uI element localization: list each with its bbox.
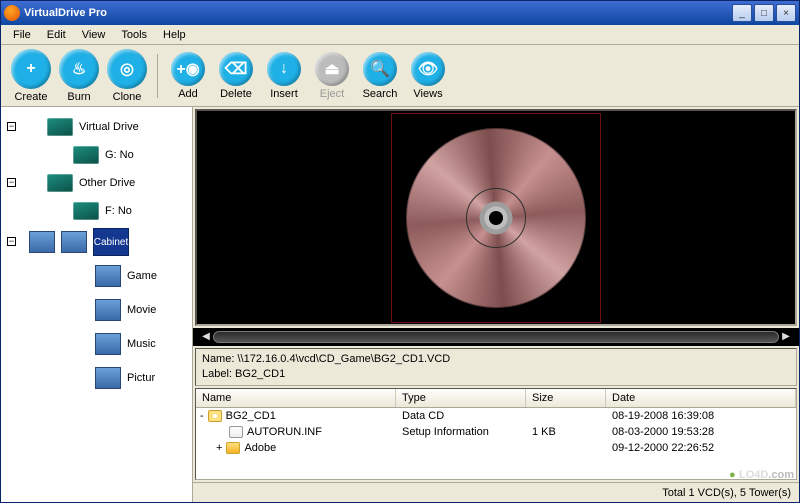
col-date[interactable]: Date xyxy=(606,389,796,407)
tree-panel[interactable]: −Virtual Drive G: No −Other Drive F: No … xyxy=(1,107,193,502)
tree-g-drive[interactable]: G: No xyxy=(105,149,134,161)
tree-music[interactable]: Music xyxy=(127,338,156,350)
app-icon xyxy=(4,5,20,21)
table-row[interactable]: -BG2_CD1Data CD08-19-2008 16:39:08 xyxy=(196,408,796,424)
eye-icon: 👁 xyxy=(411,52,445,86)
scroll-right-icon[interactable]: ▶ xyxy=(779,330,793,344)
watermark: ● LO4D.com xyxy=(729,467,794,481)
drive-icon xyxy=(73,146,99,164)
insert-icon: ↓ xyxy=(267,52,301,86)
collapse-icon[interactable]: − xyxy=(7,237,16,246)
insert-button[interactable]: ↓Insert xyxy=(260,50,308,102)
scroll-track[interactable] xyxy=(213,331,779,343)
status-text: Total 1 VCD(s), 5 Tower(s) xyxy=(662,487,791,499)
folder-icon xyxy=(226,442,240,454)
clone-button[interactable]: ◎Clone xyxy=(103,47,151,105)
disc-icon xyxy=(406,128,586,308)
file-list[interactable]: Name Type Size Date -BG2_CD1Data CD08-19… xyxy=(195,388,797,480)
preview-scrollbar[interactable]: ◀ ▶ xyxy=(193,328,799,346)
table-row[interactable]: AUTORUN.INFSetup Information1 KB08-03-20… xyxy=(196,424,796,440)
info-label-value: BG2_CD1 xyxy=(235,368,285,380)
scroll-left-icon[interactable]: ◀ xyxy=(199,330,213,344)
folder-icon xyxy=(61,231,87,253)
close-button[interactable]: × xyxy=(776,4,796,22)
toolbar: +Create ♨Burn ◎Clone +◉Add ⌫Delete ↓Inse… xyxy=(1,45,799,107)
menu-help[interactable]: Help xyxy=(155,27,194,43)
folder-icon xyxy=(95,333,121,355)
drive-icon xyxy=(47,118,73,136)
menu-edit[interactable]: Edit xyxy=(39,27,74,43)
add-icon: +◉ xyxy=(171,52,205,86)
col-name[interactable]: Name xyxy=(196,389,396,407)
burn-button[interactable]: ♨Burn xyxy=(55,47,103,105)
add-button[interactable]: +◉Add xyxy=(164,50,212,102)
eject-button: ⏏Eject xyxy=(308,50,356,102)
drive-icon xyxy=(47,174,73,192)
search-icon: 🔍 xyxy=(363,52,397,86)
maximize-button[interactable]: □ xyxy=(754,4,774,22)
toolbar-separator xyxy=(157,54,158,98)
tree-other-drive[interactable]: Other Drive xyxy=(79,177,135,189)
disc-icon: ◎ xyxy=(107,49,147,89)
folder-icon xyxy=(95,265,121,287)
menu-file[interactable]: File xyxy=(5,27,39,43)
folder-icon xyxy=(95,367,121,389)
info-panel: Name: \\172.16.0.4\vcd\CD_Game\BG2_CD1.V… xyxy=(195,348,797,386)
eject-icon: ⏏ xyxy=(315,52,349,86)
plus-icon: + xyxy=(11,49,51,89)
folder-icon xyxy=(95,299,121,321)
titlebar: VirtualDrive Pro _ □ × xyxy=(1,1,799,25)
file-list-header[interactable]: Name Type Size Date xyxy=(196,389,796,408)
info-name-value: \\172.16.0.4\vcd\CD_Game\BG2_CD1.VCD xyxy=(237,353,450,365)
status-bar: Total 1 VCD(s), 5 Tower(s) xyxy=(193,482,799,502)
file-icon xyxy=(229,426,243,438)
fire-icon: ♨ xyxy=(59,49,99,89)
drive-icon xyxy=(73,202,99,220)
col-type[interactable]: Type xyxy=(396,389,526,407)
disc-icon xyxy=(208,410,222,422)
tree-virtual-drive[interactable]: Virtual Drive xyxy=(79,121,139,133)
views-button[interactable]: 👁Views xyxy=(404,50,452,102)
create-button[interactable]: +Create xyxy=(7,47,55,105)
tree-game[interactable]: Game xyxy=(127,270,157,282)
tree-picture[interactable]: Pictur xyxy=(127,372,155,384)
collapse-icon[interactable]: − xyxy=(7,178,16,187)
delete-button[interactable]: ⌫Delete xyxy=(212,50,260,102)
tree-f-drive[interactable]: F: No xyxy=(105,205,132,217)
col-size[interactable]: Size xyxy=(526,389,606,407)
window-title: VirtualDrive Pro xyxy=(24,7,732,19)
tree-movie[interactable]: Movie xyxy=(127,304,156,316)
collapse-icon[interactable]: − xyxy=(7,122,16,131)
table-row[interactable]: +Adobe09-12-2000 22:26:52 xyxy=(196,440,796,456)
menubar: File Edit View Tools Help xyxy=(1,25,799,45)
preview-pane xyxy=(195,109,797,326)
search-button[interactable]: 🔍Search xyxy=(356,50,404,102)
info-name-label: Name: xyxy=(202,353,234,365)
minimize-button[interactable]: _ xyxy=(732,4,752,22)
info-label-label: Label: xyxy=(202,368,232,380)
disc-frame xyxy=(391,113,601,323)
delete-icon: ⌫ xyxy=(219,52,253,86)
menu-view[interactable]: View xyxy=(74,27,114,43)
folder-icon xyxy=(29,231,55,253)
tree-cabinet[interactable]: Cabinet xyxy=(93,228,129,256)
menu-tools[interactable]: Tools xyxy=(113,27,155,43)
